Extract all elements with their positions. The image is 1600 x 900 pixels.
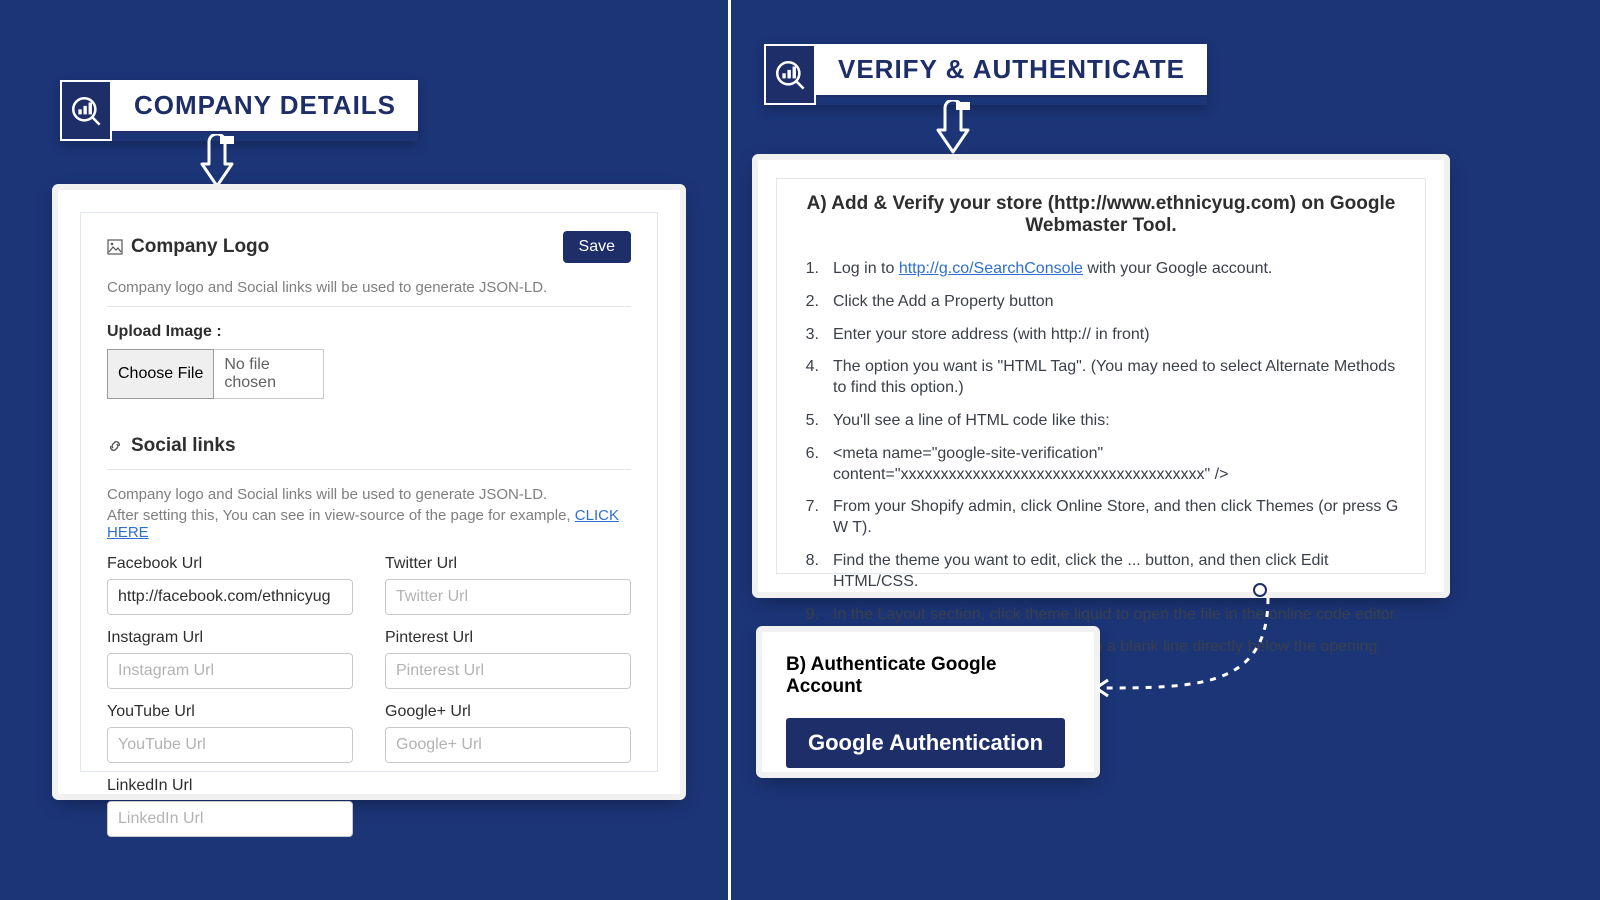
social-note-1: Company logo and Social links will be us… [107,486,631,503]
verify-step: 2.Click the Add a Property button [799,292,1403,313]
twitter-input[interactable] [385,579,631,615]
no-file-text: No file chosen [214,349,324,399]
pinterest-input[interactable] [385,653,631,689]
verify-step: 3.Enter your store address (with http://… [799,325,1403,346]
title-text: COMPANY DETAILS [112,80,418,133]
facebook-input[interactable] [107,579,353,615]
chart-magnify-icon [764,44,816,105]
linkedin-input[interactable] [107,801,353,837]
instagram-input[interactable] [107,653,353,689]
verify-step: 6.<meta name="google-site-verification" … [799,444,1403,486]
choose-file-button[interactable]: Choose File [107,349,214,399]
facebook-label: Facebook Url [107,555,353,573]
google-label: Google+ Url [385,703,631,721]
title-text: VERIFY & AUTHENTICATE [816,44,1207,97]
company-details-card: Company Logo Save Company logo and Socia… [58,190,680,794]
authenticate-card: B) Authenticate Google Account Google Au… [762,632,1094,772]
save-button[interactable]: Save [563,231,631,263]
verify-card-title: A) Add & Verify your store (http://www.e… [799,193,1403,237]
verify-step: 1.Log in to http://g.co/SearchConsole wi… [799,259,1403,280]
connector-dot [1253,583,1267,597]
hand-pointer-icon [928,100,978,161]
authenticate-title: B) Authenticate Google Account [786,654,1070,698]
social-links-heading: Social links [107,435,631,457]
pinterest-label: Pinterest Url [385,629,631,647]
chart-magnify-icon [60,80,112,141]
verify-step: 7.From your Shopify admin, click Online … [799,497,1403,539]
youtube-label: YouTube Url [107,703,353,721]
twitter-label: Twitter Url [385,555,631,573]
title-company-details: COMPANY DETAILS [60,80,418,141]
upload-image-label: Upload Image : [107,323,631,341]
verify-step: 4.The option you want is "HTML Tag". (Yo… [799,357,1403,399]
dashed-arrow [1078,588,1278,748]
hand-pointer-icon [192,134,242,195]
youtube-input[interactable] [107,727,353,763]
title-verify-authenticate: VERIFY & AUTHENTICATE [764,44,1207,105]
link-icon [107,438,123,454]
verify-card: A) Add & Verify your store (http://www.e… [758,160,1444,592]
search-console-link[interactable]: http://g.co/SearchConsole [899,260,1083,277]
verify-step: 8.Find the theme you want to edit, click… [799,551,1403,593]
google-input[interactable] [385,727,631,763]
logo-note: Company logo and Social links will be us… [107,279,631,296]
vertical-divider [728,0,731,900]
linkedin-label: LinkedIn Url [107,777,353,795]
social-note-2: After setting this, You can see in view-… [107,507,631,541]
instagram-label: Instagram Url [107,629,353,647]
google-authentication-button[interactable]: Google Authentication [786,718,1065,768]
image-icon [107,239,123,255]
company-logo-heading: Company Logo [107,236,269,258]
verify-step: 5.You'll see a line of HTML code like th… [799,411,1403,432]
